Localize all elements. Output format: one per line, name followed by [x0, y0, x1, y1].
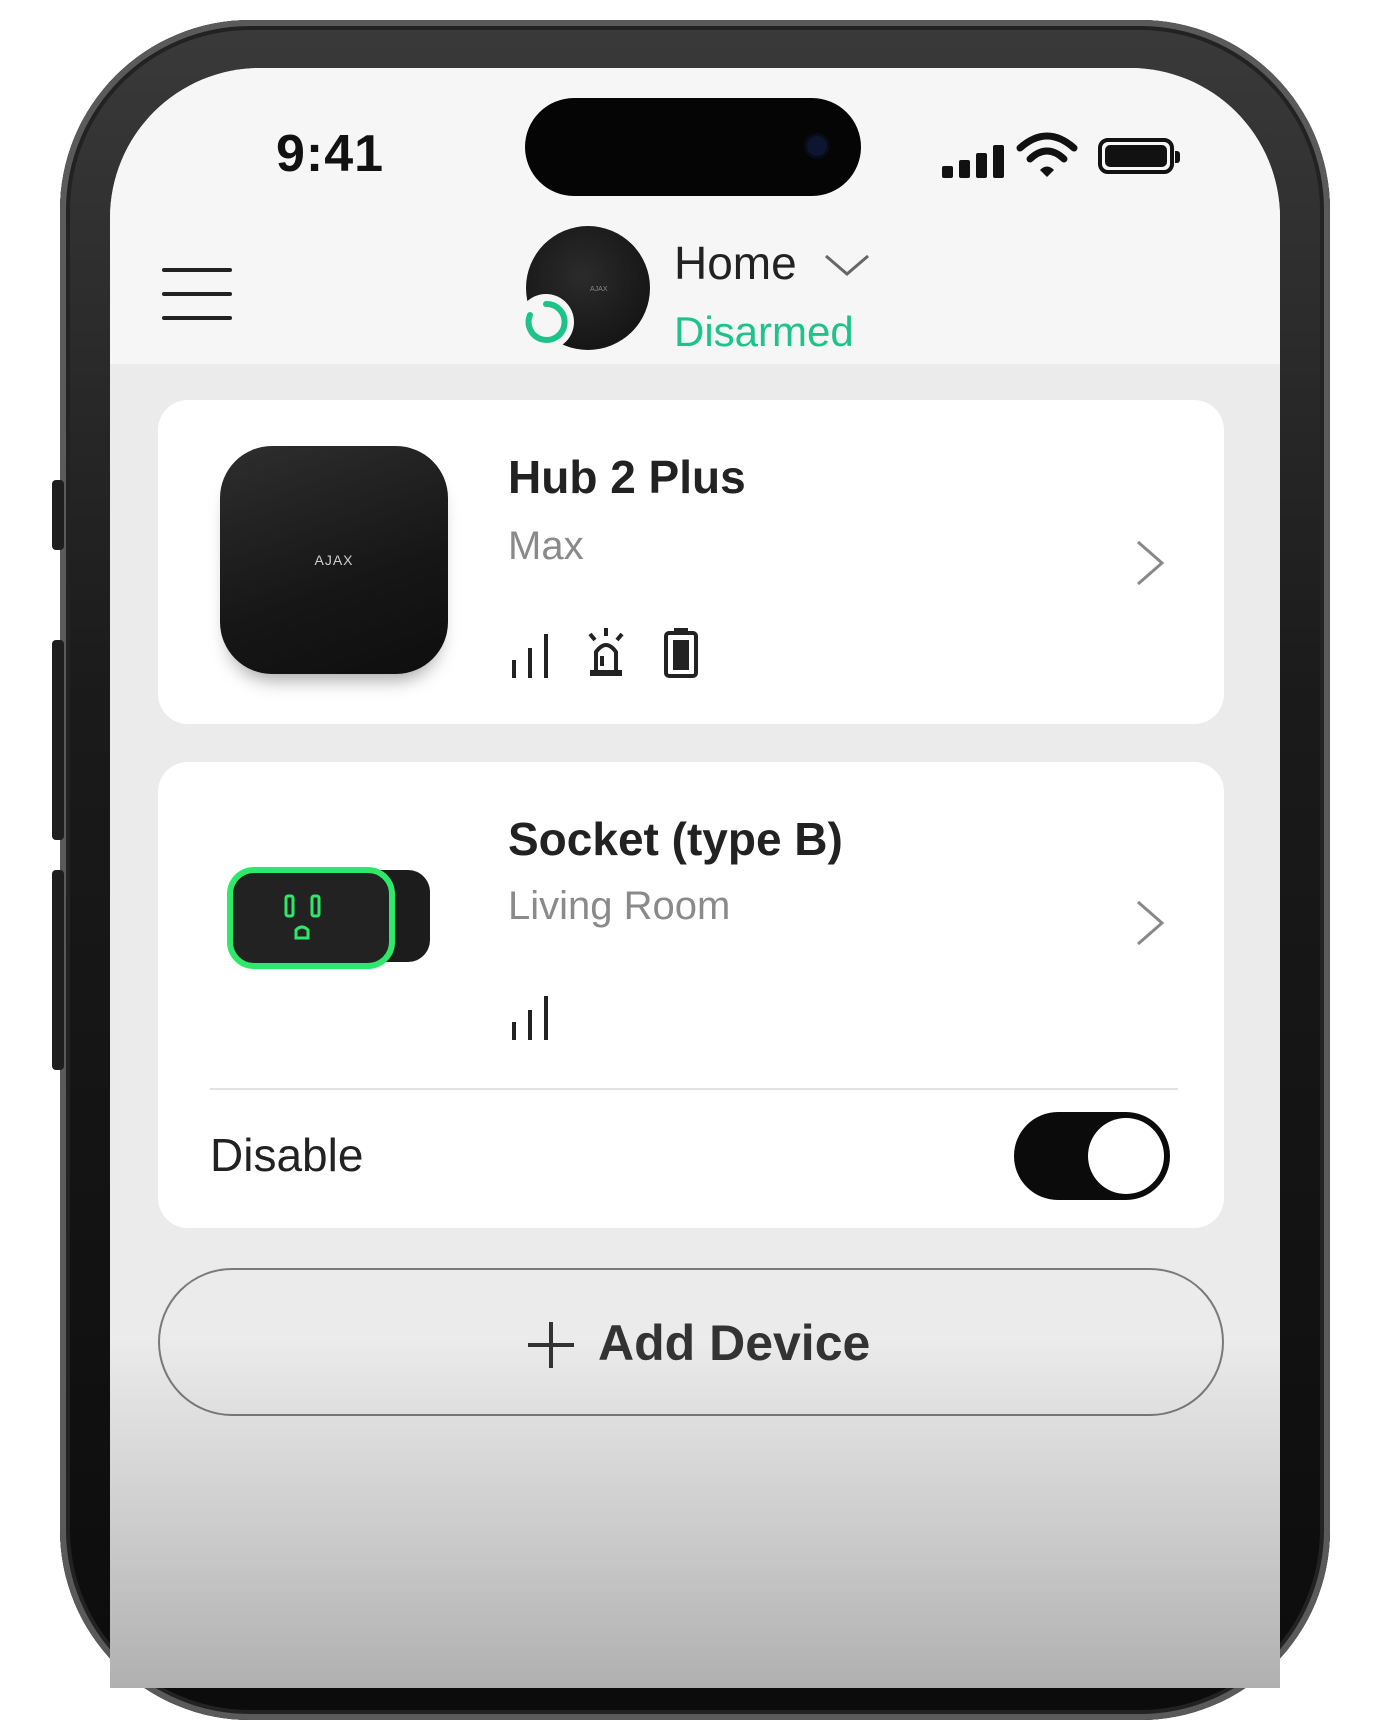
add-device-label: Add Device [598, 1315, 871, 1371]
device-room: Living Room [508, 884, 731, 928]
socket-device-image [227, 867, 430, 969]
chevron-right-icon[interactable] [1134, 898, 1168, 948]
device-card-hub[interactable]: AJAX Hub 2 Plus Max [158, 400, 1224, 724]
add-device-button[interactable]: Add Device [158, 1268, 1224, 1416]
cellular-signal-icon [942, 144, 1006, 178]
card-divider [210, 1088, 1178, 1090]
siren-icon [588, 628, 624, 676]
device-room: Max [508, 524, 584, 568]
hub-selector[interactable]: Home [674, 236, 797, 290]
dynamic-island [525, 98, 861, 196]
signal-icon [512, 634, 548, 678]
status-time: 9:41 [276, 125, 385, 183]
phone-side-button [52, 640, 64, 840]
battery-status-icon [1098, 138, 1180, 174]
disable-label: Disable [210, 1129, 364, 1181]
security-status: Disarmed [674, 308, 854, 355]
device-name: Socket (type B) [508, 813, 843, 865]
battery-icon [664, 628, 698, 678]
disarmed-status-icon [518, 294, 574, 350]
plus-icon [528, 1322, 574, 1368]
device-name: Hub 2 Plus [508, 451, 746, 503]
wifi-icon [1016, 132, 1078, 177]
chevron-right-icon[interactable] [1134, 538, 1168, 588]
menu-icon[interactable] [162, 268, 232, 322]
hub-device-image: AJAX [220, 446, 448, 674]
device-card-socket[interactable]: Socket (type B) Living Room Disable [158, 762, 1224, 1228]
phone-side-button [52, 480, 64, 550]
signal-icon [512, 996, 548, 1040]
app-screen: 9:41 AJAX Home Disarmed AJAX Hub 2 Plus … [110, 68, 1280, 1688]
disable-toggle[interactable] [1014, 1112, 1170, 1200]
phone-side-button [52, 870, 64, 1070]
chevron-down-icon[interactable] [822, 250, 872, 280]
